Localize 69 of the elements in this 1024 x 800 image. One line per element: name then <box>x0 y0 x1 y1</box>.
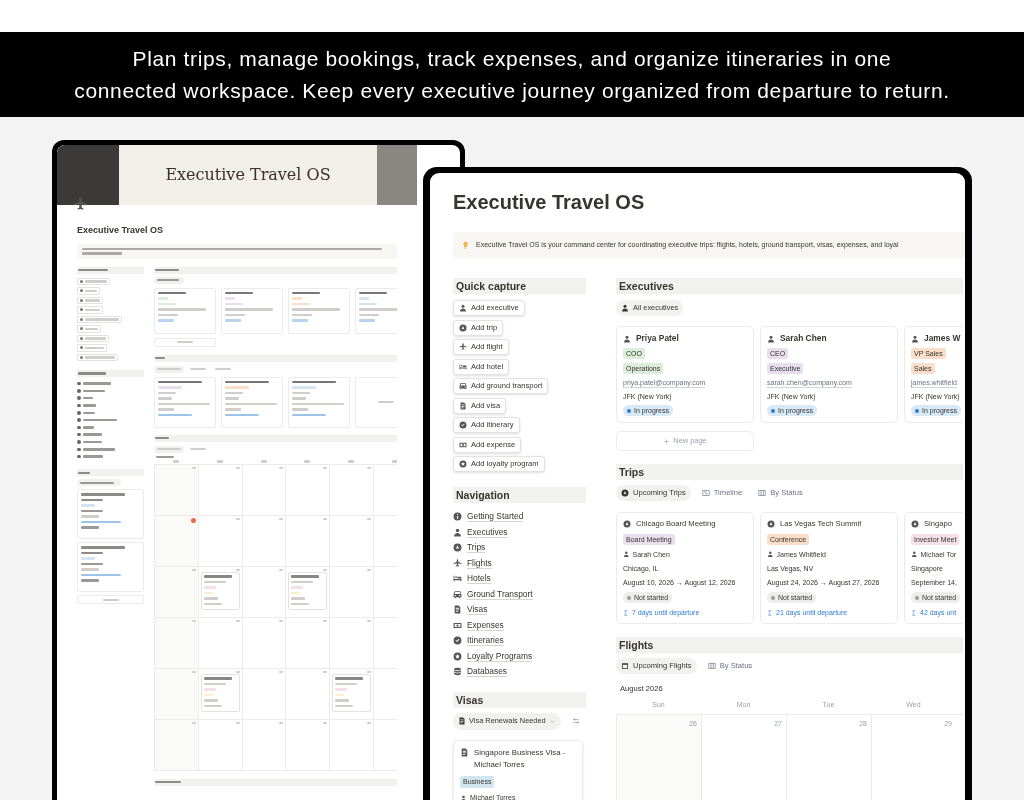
page-title: Executive Travel OS <box>453 190 646 215</box>
compass-icon <box>459 323 467 332</box>
lightbulb-icon <box>461 240 470 250</box>
section-header: Trips <box>616 464 963 480</box>
person-icon <box>623 551 630 558</box>
timeline-icon <box>701 489 710 497</box>
person-icon <box>911 551 918 558</box>
card-title: Priya Patel <box>636 333 679 344</box>
person-icon <box>911 334 919 343</box>
nav-link[interactable]: Loyalty Programs <box>453 648 533 664</box>
star-icon <box>453 651 462 661</box>
document-icon <box>458 717 466 725</box>
card-title: Sarah Chen <box>780 333 827 344</box>
compass-icon <box>767 520 775 528</box>
person-icon <box>767 551 774 558</box>
nav-link[interactable]: Expenses <box>453 617 504 633</box>
car-icon <box>453 589 462 599</box>
nav-link[interactable]: Ground Transport <box>453 586 533 602</box>
banknote-icon <box>459 440 467 449</box>
photo-placeholder <box>377 145 417 205</box>
plus-icon <box>663 437 671 445</box>
person-icon <box>453 527 462 537</box>
nav-link[interactable]: Itineraries <box>453 633 504 649</box>
section-header: Visas <box>453 691 586 708</box>
star-icon <box>459 460 467 468</box>
sliders-icon <box>572 717 580 725</box>
compass-icon <box>453 543 462 553</box>
airplane-icon <box>73 197 88 212</box>
airplane-icon <box>453 558 462 568</box>
banner-title: Executive Travel OS <box>165 164 331 186</box>
nav-link[interactable]: Flights <box>453 555 492 571</box>
nav-link[interactable]: Trips <box>453 540 486 556</box>
sigma-icon <box>911 609 917 616</box>
section-header: Navigation <box>453 487 586 503</box>
chevron-down-icon <box>548 717 556 725</box>
database-icon <box>453 667 462 677</box>
card-title: James W <box>924 333 961 344</box>
person-icon <box>459 304 467 312</box>
page-title: Executive Travel OS <box>77 224 165 237</box>
person-icon <box>623 334 631 343</box>
sigma-icon <box>623 609 629 616</box>
person-icon <box>621 304 629 312</box>
bed-icon <box>459 362 467 371</box>
compass-icon <box>911 520 919 528</box>
nav-link[interactable]: Databases <box>453 664 508 680</box>
board-icon <box>758 489 767 497</box>
nav-link[interactable]: Hotels <box>453 571 491 587</box>
document-icon <box>459 401 467 410</box>
info-icon <box>453 512 462 522</box>
banknote-icon <box>453 620 462 630</box>
document-icon <box>460 747 469 757</box>
calendar-icon <box>621 662 629 670</box>
section-header: Quick capture <box>453 278 586 294</box>
person-icon <box>460 794 467 800</box>
nav-link[interactable]: Executives <box>453 524 508 540</box>
compass-icon <box>621 489 629 497</box>
photo-placeholder <box>57 145 119 205</box>
compass-icon <box>623 520 631 528</box>
airplane-icon <box>459 343 467 351</box>
nav-link[interactable]: Visas <box>453 602 488 618</box>
section-header: Flights <box>616 637 963 653</box>
sigma-icon <box>767 609 773 616</box>
headline: Plan trips, manage bookings, track expenses, and organize itineraries in one connected workspace. Keep every executive journey organized from departure to return. <box>74 45 950 104</box>
section-header: Executives <box>616 278 963 294</box>
document-icon <box>453 605 462 615</box>
car-icon <box>459 382 467 390</box>
nav-link[interactable]: Getting Started <box>453 509 524 525</box>
board-icon <box>707 662 716 670</box>
person-icon <box>767 334 775 343</box>
